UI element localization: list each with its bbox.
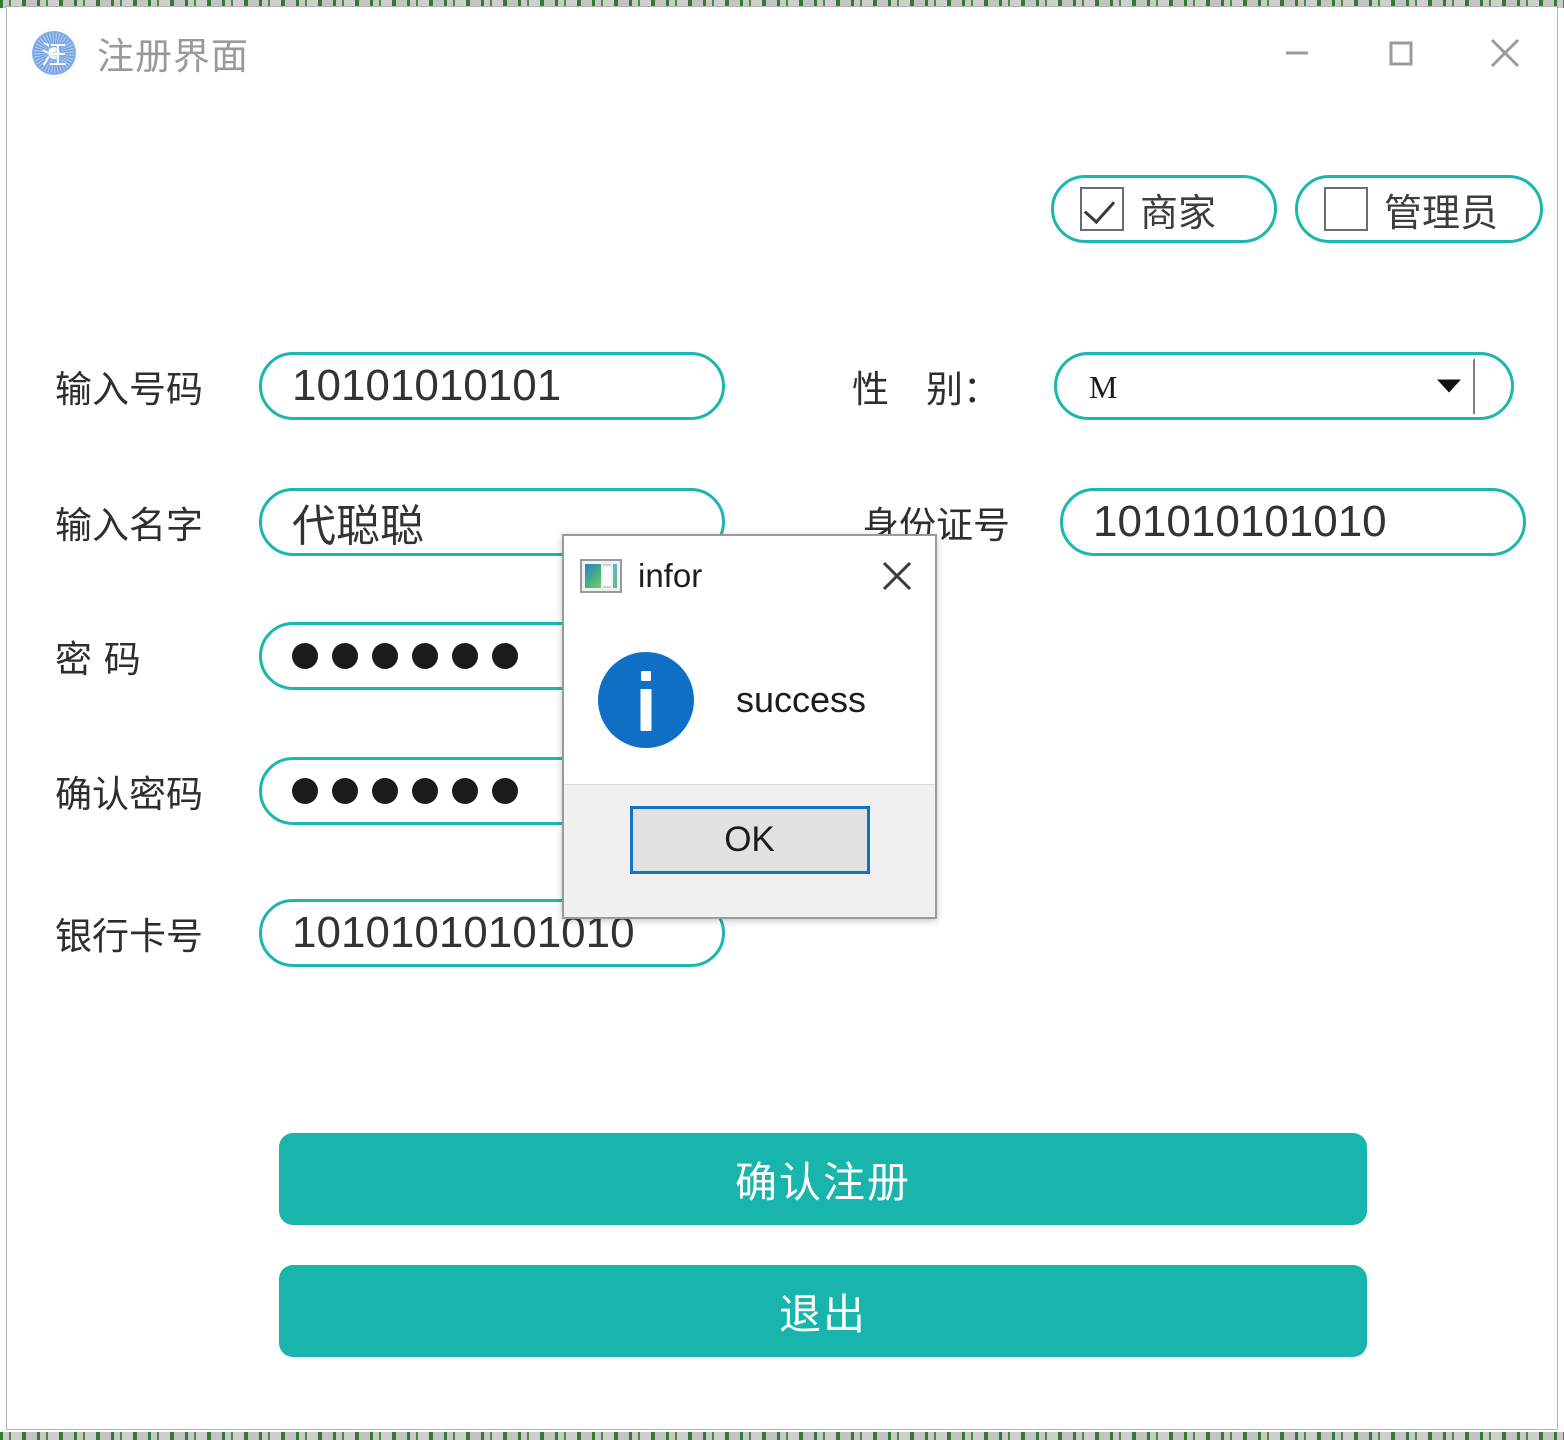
dialog-message: success	[736, 679, 867, 720]
app-window-icon	[580, 559, 622, 593]
password-dot	[332, 643, 358, 669]
chevron-down-icon[interactable]	[1437, 379, 1461, 393]
password-dot	[412, 643, 438, 669]
password-dot	[452, 778, 478, 804]
label-password: 密 码	[55, 638, 141, 681]
info-icon	[598, 652, 694, 748]
label-gender: 性 别：	[852, 368, 1000, 411]
dialog-footer: OK	[564, 784, 935, 917]
password-dot	[292, 643, 318, 669]
confirm-register-button[interactable]: 确认注册	[279, 1133, 1367, 1225]
dialog-body: success	[564, 616, 935, 784]
registration-window: 注册界面 商家 管理员 输入号码 10101010101	[6, 6, 1558, 1430]
password-dot	[332, 778, 358, 804]
label-confirm-password: 确认密码	[55, 773, 203, 816]
password-dot	[412, 778, 438, 804]
input-id-number[interactable]: 101010101010	[1060, 488, 1526, 556]
background-strip-bottom	[0, 1432, 1564, 1440]
dialog-title: infor	[638, 557, 703, 594]
select-gender-value: M	[1089, 368, 1118, 405]
password-dot	[372, 643, 398, 669]
password-dot	[372, 778, 398, 804]
password-dot	[292, 778, 318, 804]
confirm-password-mask	[292, 778, 518, 804]
dialog-close-icon[interactable]	[869, 548, 925, 604]
label-bank-card: 银行卡号	[55, 915, 203, 958]
input-phone[interactable]: 10101010101	[259, 352, 725, 420]
dialog-title-bar: infor	[564, 536, 935, 616]
password-mask	[292, 643, 518, 669]
select-gender-inner: M	[1063, 358, 1475, 414]
label-name: 输入名字	[55, 504, 203, 547]
field-gender: 性 别： M	[852, 352, 1514, 420]
field-phone: 输入号码 10101010101	[55, 352, 725, 420]
select-gender[interactable]: M	[1054, 352, 1514, 420]
exit-button[interactable]: 退出	[279, 1265, 1367, 1357]
dialog-ok-button[interactable]: OK	[629, 806, 870, 874]
password-dot	[492, 778, 518, 804]
password-dot	[492, 643, 518, 669]
label-phone: 输入号码	[55, 368, 203, 411]
field-id-number: 身份证号 101010101010	[862, 488, 1526, 556]
password-dot	[452, 643, 478, 669]
info-dialog: infor success OK	[562, 534, 937, 919]
